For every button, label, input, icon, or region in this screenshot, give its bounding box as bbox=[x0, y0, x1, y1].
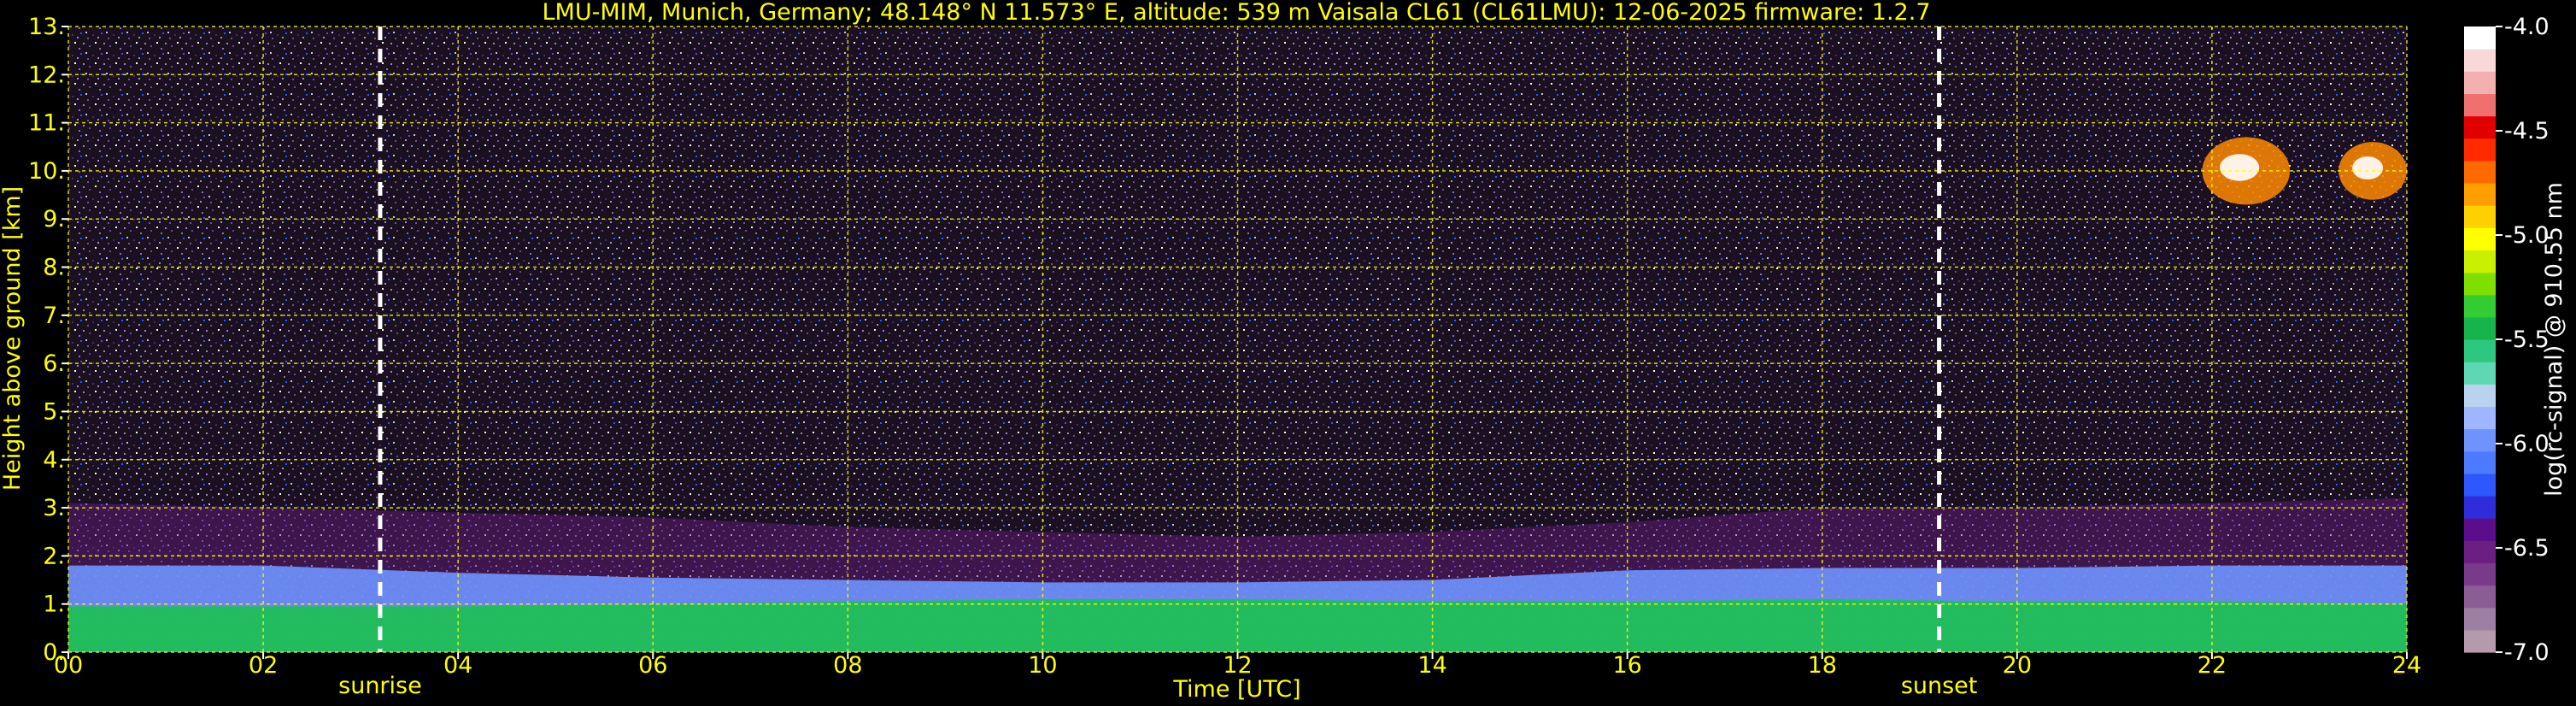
y-tick-label: 1. bbox=[43, 591, 65, 618]
x-tick-label: 20 bbox=[2003, 652, 2032, 679]
colorbar-segment bbox=[2464, 138, 2496, 162]
colorbar-tick-label: -7.0 bbox=[2504, 639, 2550, 666]
colorbar-segment bbox=[2464, 496, 2496, 519]
x-tick-label: 10 bbox=[1028, 652, 1057, 679]
colorbar-segment bbox=[2464, 406, 2496, 430]
colorbar-segment bbox=[2464, 93, 2496, 117]
y-tick-label: 9. bbox=[43, 206, 65, 232]
ceilometer-figure: sunrise sunset 00 02 04 06 08 10 12 14 16 18 20 22 24… bbox=[0, 0, 2576, 706]
x-tick-label: 14 bbox=[1417, 652, 1446, 679]
y-tick-label: 5. bbox=[43, 398, 65, 425]
colorbar-segment bbox=[2464, 250, 2496, 274]
x-tick-label: 04 bbox=[443, 652, 472, 679]
ceilometer-chart: sunrise sunset 00 02 04 06 08 10 12 14 16 18 20 22 24… bbox=[0, 0, 2567, 703]
colorbar-segment bbox=[2464, 26, 2496, 50]
colorbar-segment bbox=[2464, 183, 2496, 206]
y-tick-label: 11. bbox=[28, 110, 65, 137]
colorbar-tick-label: -4.5 bbox=[2504, 118, 2550, 144]
colorbar-segment bbox=[2464, 428, 2496, 452]
colorbar-segment bbox=[2464, 562, 2496, 586]
sunrise-label: sunrise bbox=[338, 673, 422, 699]
colorbar-segment bbox=[2464, 518, 2496, 541]
chart-title: LMU-MIM, Munich, Germany; 48.148° N 11.5… bbox=[542, 0, 1930, 26]
x-tick-label: 02 bbox=[249, 652, 278, 679]
x-tick-label: 24 bbox=[2392, 652, 2421, 679]
colorbar-segment bbox=[2464, 205, 2496, 228]
x-tick-label: 18 bbox=[1808, 652, 1837, 679]
colorbar-tick-label: -4.0 bbox=[2504, 14, 2550, 40]
colorbar-segment bbox=[2464, 115, 2496, 139]
x-tick-label: 12 bbox=[1223, 652, 1252, 679]
colorbar-segment bbox=[2464, 607, 2496, 631]
x-tick-label: 08 bbox=[833, 652, 862, 679]
x-tick-label: 06 bbox=[638, 652, 667, 679]
colorbar: -4.0-4.5-5.0-5.5-6.0-6.5-7.0 log(rc-sign… bbox=[2464, 14, 2567, 666]
colorbar-segment bbox=[2464, 384, 2496, 408]
y-tick-label: 2. bbox=[43, 543, 65, 569]
colorbar-label: log(rc-signal) @ 910.55 nm bbox=[2541, 182, 2567, 497]
colorbar-segment bbox=[2464, 339, 2496, 362]
y-tick-label: 8. bbox=[43, 255, 65, 281]
colorbar-segment bbox=[2464, 450, 2496, 474]
colorbar-segment bbox=[2464, 49, 2496, 72]
colorbar-segments bbox=[2464, 26, 2496, 653]
colorbar-segment bbox=[2464, 362, 2496, 385]
y-tick-label: 12. bbox=[28, 62, 65, 88]
cloud-core-1 bbox=[2220, 154, 2260, 181]
sunset-label: sunset bbox=[1901, 673, 1978, 699]
colorbar-segment bbox=[2464, 294, 2496, 318]
colorbar-segment bbox=[2464, 473, 2496, 497]
y-tick-label: 10. bbox=[28, 158, 65, 185]
cloud-core-2 bbox=[2352, 156, 2384, 180]
y-tick-label: 6. bbox=[43, 350, 65, 377]
x-tick-label: 22 bbox=[2198, 652, 2227, 679]
colorbar-segment bbox=[2464, 272, 2496, 296]
colorbar-segment bbox=[2464, 71, 2496, 95]
y-tick-label: 13. bbox=[28, 14, 65, 40]
x-axis-label: Time [UTC] bbox=[1172, 676, 1300, 703]
y-tick-label: 0. bbox=[43, 639, 65, 666]
y-tick-label: 4. bbox=[43, 447, 65, 474]
colorbar-tick-label: -6.5 bbox=[2504, 535, 2550, 562]
colorbar-segment bbox=[2464, 629, 2496, 653]
colorbar-segment bbox=[2464, 160, 2496, 184]
colorbar-segment bbox=[2464, 585, 2496, 609]
colorbar-segment bbox=[2464, 316, 2496, 340]
y-tick-label: 3. bbox=[43, 495, 65, 521]
y-axis-ticks: 0. 1. 2. 3. 4. 5. 6. 7. 8. 9. 10. 11. 12. 13. bbox=[28, 14, 68, 666]
plot-area: sunrise sunset bbox=[67, 26, 2408, 699]
y-tick-label: 7. bbox=[43, 303, 65, 329]
x-tick-label: 16 bbox=[1612, 652, 1641, 679]
colorbar-segment bbox=[2464, 540, 2496, 564]
colorbar-segment bbox=[2464, 227, 2496, 251]
y-axis-label: Height above ground [km] bbox=[0, 186, 26, 491]
